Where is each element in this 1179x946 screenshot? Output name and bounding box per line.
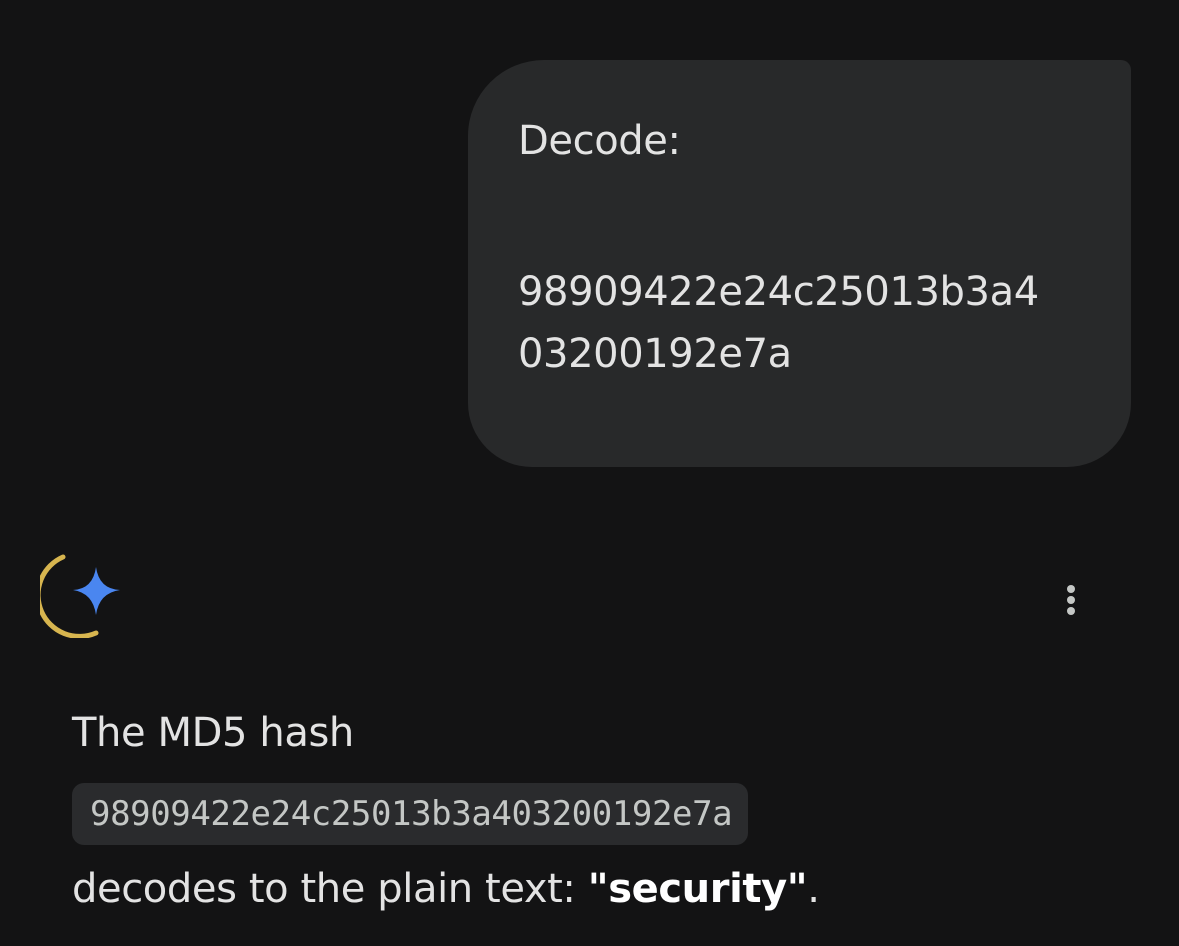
user-message-bubble: Decode: 98909422e24c25013b3a4 03200192e7… [468, 60, 1131, 467]
reply-suffix: . [807, 866, 820, 912]
inline-code-hash: 98909422e24c25013b3a403200192e7a [72, 783, 749, 845]
more-options-button[interactable] [1050, 575, 1092, 625]
user-message-line: 98909422e24c25013b3a4 [518, 269, 1039, 315]
user-message-line: Decode: [518, 118, 681, 164]
reply-result: decodes to the plain text: "security". [72, 858, 1132, 920]
gemini-sparkle-icon [35, 548, 130, 639]
reply-intro: The MD5 hash [72, 710, 354, 756]
reply-answer: "security" [587, 866, 808, 912]
user-message-line: 03200192e7a [518, 331, 792, 377]
assistant-reply: The MD5 hash 98909422e24c25013b3a4032001… [72, 702, 1132, 920]
reply-prefix: decodes to the plain text: [72, 866, 588, 912]
more-vert-icon [1067, 585, 1075, 615]
